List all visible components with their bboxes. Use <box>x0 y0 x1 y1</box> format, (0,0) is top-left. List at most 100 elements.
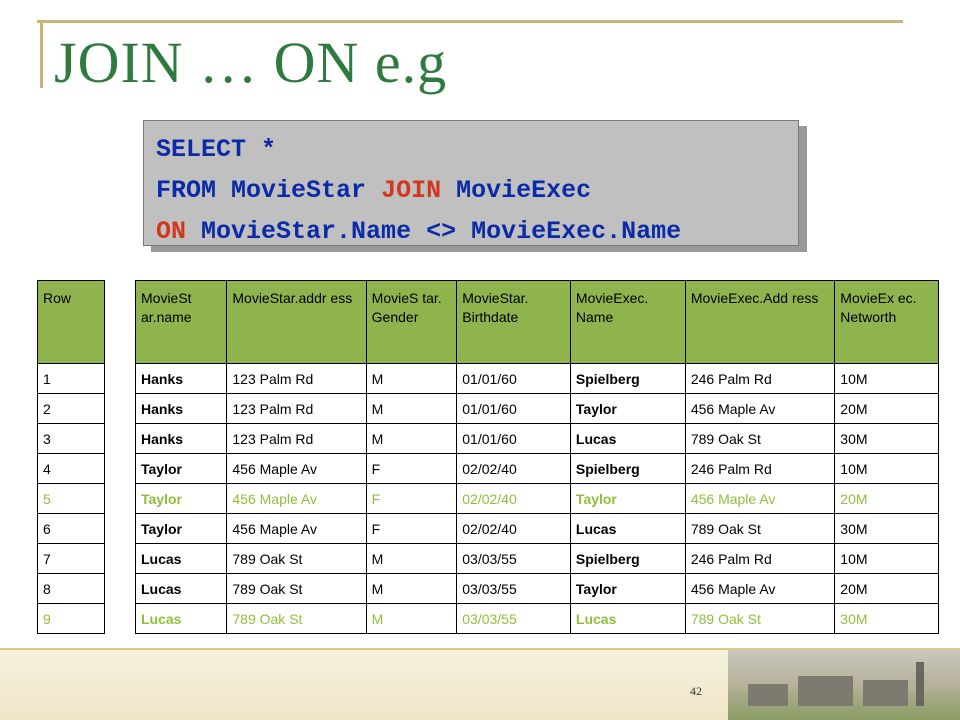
cell-star-address: 123 Palm Rd <box>226 363 367 394</box>
row-number-row: 4 <box>37 453 105 484</box>
cell-exec-name: Taylor <box>569 393 686 424</box>
cell-exec-address: 246 Palm Rd <box>684 543 836 574</box>
table-row: Taylor 456 Maple Av F 02/02/40 Taylor 456 Map… <box>134 483 939 514</box>
column-header-star-gender: MovieS tar. Gender <box>365 280 458 364</box>
cell-star-name: Taylor <box>134 453 228 484</box>
cell-star-name: Lucas <box>134 603 228 634</box>
cell-exec-address: 456 Maple Av <box>684 483 836 514</box>
cell-star-birthdate: 02/02/40 <box>456 453 571 484</box>
column-header-exec-networth: MovieEx ec. Networth <box>834 280 939 364</box>
cell-exec-address: 246 Palm Rd <box>684 453 836 484</box>
cell-exec-networth: 10M <box>834 363 939 394</box>
cell-exec-networth: 30M <box>834 513 939 544</box>
slide-title: JOIN … ON e.g <box>54 30 448 95</box>
table-row: Hanks 123 Palm Rd M 01/01/60 Taylor 456 Maple… <box>134 393 939 424</box>
row-number: 5 <box>37 483 105 514</box>
campus-statue <box>916 662 924 706</box>
title-accent-bar-vertical <box>40 20 43 88</box>
row-number: 1 <box>37 363 105 394</box>
cell-exec-name: Lucas <box>569 513 686 544</box>
cell-star-birthdate: 01/01/60 <box>456 363 571 394</box>
title-accent-bar <box>37 20 903 23</box>
cell-star-gender: M <box>365 423 458 454</box>
sql-keyword-on: ON <box>156 217 187 246</box>
row-number: 3 <box>37 423 105 454</box>
cell-star-address: 123 Palm Rd <box>226 423 367 454</box>
table-row: Taylor 456 Maple Av F 02/02/40 Spielberg 246 … <box>134 453 939 484</box>
cell-star-gender: F <box>365 483 458 514</box>
column-header-star-address: MovieStar.addr ess <box>226 280 367 364</box>
cell-star-address: 789 Oak St <box>226 603 367 634</box>
cell-star-address: 123 Palm Rd <box>226 393 367 424</box>
column-header-exec-address: MovieExec.Add ress <box>684 280 836 364</box>
row-number-row: 7 <box>37 543 105 574</box>
cell-star-gender: M <box>365 603 458 634</box>
cell-exec-name: Spielberg <box>569 363 686 394</box>
sql-join-condition: MovieStar.Name <> MovieExec.Name <box>201 217 682 246</box>
table-row: Hanks 123 Palm Rd M 01/01/60 Spielberg 246 Pa… <box>134 363 939 394</box>
sql-line-select: SELECT * <box>156 135 277 164</box>
cell-exec-name: Taylor <box>569 573 686 604</box>
sql-line-on: ON MovieStar.Name <> MovieExec.Name <box>156 211 786 252</box>
row-number-row: 5 <box>37 483 105 514</box>
row-number: 6 <box>37 513 105 544</box>
cell-exec-address: 789 Oak St <box>684 513 836 544</box>
cell-exec-networth: 20M <box>834 573 939 604</box>
cell-star-gender: M <box>365 543 458 574</box>
table-row: Taylor 456 Maple Av F 02/02/40 Lucas 789 Oak … <box>134 513 939 544</box>
row-number: 7 <box>37 543 105 574</box>
cell-star-birthdate: 01/01/60 <box>456 393 571 424</box>
sql-keyword-join: JOIN <box>381 176 442 205</box>
cell-exec-name: Lucas <box>569 423 686 454</box>
campus-building <box>748 684 788 706</box>
row-number: 4 <box>37 453 105 484</box>
cell-exec-networth: 10M <box>834 543 939 574</box>
cell-exec-address: 456 Maple Av <box>684 393 836 424</box>
table-row: Lucas 789 Oak St M 03/03/55 Spielberg 246 Pal… <box>134 543 939 574</box>
cell-star-name: Taylor <box>134 483 228 514</box>
cell-star-birthdate: 02/02/40 <box>456 513 571 544</box>
sql-line-from: FROM MovieStar JOIN MovieExec <box>156 170 786 211</box>
cell-star-name: Taylor <box>134 513 228 544</box>
row-number: 2 <box>37 393 105 424</box>
cell-exec-networth: 20M <box>834 393 939 424</box>
table-row: Lucas 789 Oak St M 03/03/55 Taylor 456 Maple … <box>134 573 939 604</box>
cell-star-name: Hanks <box>134 423 228 454</box>
cell-star-name: Lucas <box>134 573 228 604</box>
cell-star-address: 456 Maple Av <box>226 483 367 514</box>
cell-exec-name: Lucas <box>569 603 686 634</box>
sql-table-moviestar: MovieStar <box>231 176 367 205</box>
row-number-row: 3 <box>37 423 105 454</box>
table-row: Hanks 123 Palm Rd M 01/01/60 Lucas 789 Oak St… <box>134 423 939 454</box>
cell-star-birthdate: 01/01/60 <box>456 423 571 454</box>
cell-star-birthdate: 03/03/55 <box>456 603 571 634</box>
cell-star-name: Lucas <box>134 543 228 574</box>
row-number-row: 9 <box>37 603 105 634</box>
sql-table-movieexec: MovieExec <box>456 176 592 205</box>
cell-star-name: Hanks <box>134 393 228 424</box>
cell-star-address: 456 Maple Av <box>226 513 367 544</box>
join-result-table: MovieSt ar.name MovieStar.addr ess MovieS … <box>134 280 939 634</box>
campus-building <box>863 680 908 706</box>
cell-star-gender: M <box>365 393 458 424</box>
cell-exec-name: Taylor <box>569 483 686 514</box>
cell-star-gender: F <box>365 513 458 544</box>
row-header: Row <box>37 280 105 364</box>
cell-exec-address: 789 Oak St <box>684 603 836 634</box>
cell-exec-networth: 10M <box>834 453 939 484</box>
cell-star-birthdate: 03/03/55 <box>456 573 571 604</box>
row-number-table: Row 123456789 <box>37 280 105 634</box>
cell-star-birthdate: 03/03/55 <box>456 543 571 574</box>
cell-star-address: 456 Maple Av <box>226 453 367 484</box>
column-header-star-birthdate: MovieStar. Birthdate <box>456 280 571 364</box>
row-number-row: 1 <box>37 363 105 394</box>
cell-exec-name: Spielberg <box>569 453 686 484</box>
column-header-exec-name: MovieExec. Name <box>569 280 686 364</box>
cell-exec-address: 456 Maple Av <box>684 573 836 604</box>
cell-star-address: 789 Oak St <box>226 573 367 604</box>
cell-star-gender: M <box>365 363 458 394</box>
column-header-star-name: MovieSt ar.name <box>134 280 228 364</box>
cell-exec-name: Spielberg <box>569 543 686 574</box>
cell-exec-address: 246 Palm Rd <box>684 363 836 394</box>
row-number-row: 6 <box>37 513 105 544</box>
